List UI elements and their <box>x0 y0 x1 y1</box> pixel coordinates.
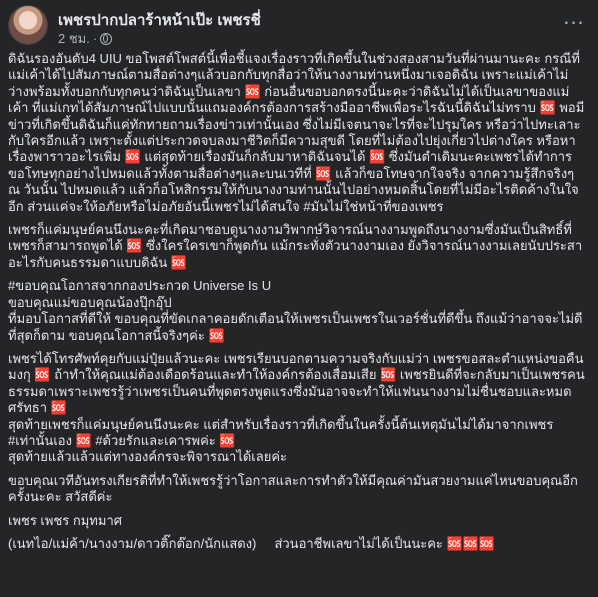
post-paragraph-4: เพชรได้โทรศัพท์คุยกับแม่ปุ๋ยแล้วนะคะ เพช… <box>8 350 585 465</box>
post-roles: (เนทไอ/แม่ค้า/นางงาม/ดาวติ๊กต๊อก/นักแสดง… <box>8 535 496 551</box>
meta-dot: · <box>92 31 98 46</box>
post-meta: 2 ชม. · <box>58 28 113 49</box>
post-signature: เพชร เพชร กมุทมาศ <box>8 512 122 528</box>
post-paragraph-1: ดิฉันรองอันดับ4 UIU ขอโพสต์โพสต์นี้เพื่อ… <box>8 51 585 214</box>
post-paragraph-3: #ขอบคุณโอกาสจากกองประกวด Universe Is U ข… <box>8 278 583 343</box>
more-options-icon[interactable]: ... <box>560 6 588 32</box>
facebook-post: เพชรปากปลาร้าหน้าเป๊ะ เพชรชี่ 2 ชม. · ..… <box>0 0 598 597</box>
post-paragraph-2: เพชรก็แค่มนุษย์คนนึงนะคะที่เกิดมาชอบดูนา… <box>8 222 583 270</box>
post-time[interactable]: 2 ชม. <box>58 28 90 49</box>
author-avatar[interactable] <box>8 5 48 45</box>
globe-icon <box>100 32 113 45</box>
post-header: เพชรปากปลาร้าหน้าเป๊ะ เพชรชี่ 2 ชม. · ..… <box>0 0 598 46</box>
post-paragraph-5: ขอบคุณเวทีอันทรงเกียรติที่ทำให้เพชรรู้ว่… <box>8 472 578 505</box>
post-body: ดิฉันรองอันดับ4 UIU ขอโพสต์โพสต์นี้เพื่อ… <box>8 51 588 593</box>
